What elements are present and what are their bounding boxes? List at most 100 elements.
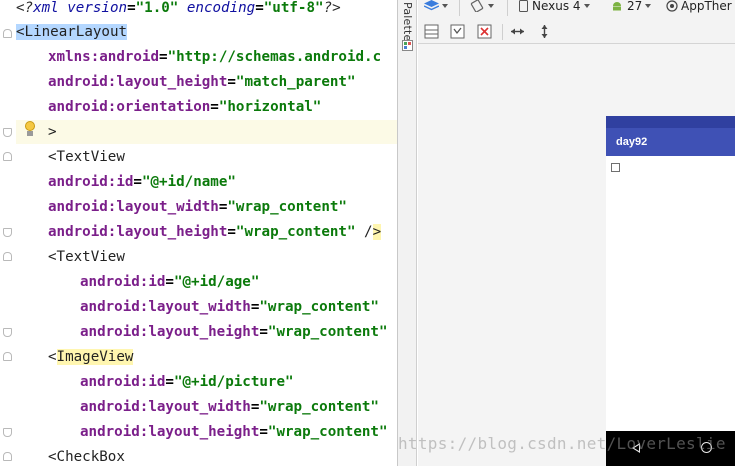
code-line[interactable]: xmlns:android="http://schemas.android.c	[48, 47, 381, 67]
code-line[interactable]: <LinearLayout	[16, 22, 128, 42]
grid-icon[interactable]	[423, 23, 440, 40]
select-icon[interactable]	[449, 23, 466, 40]
code-token: "wrap_content"	[235, 224, 356, 240]
palette-sidebar[interactable]: Palette	[398, 0, 417, 466]
vertical-arrows-icon[interactable]	[536, 23, 553, 40]
code-line[interactable]: >	[48, 122, 57, 142]
code-line[interactable]: android:id="@+id/name"	[48, 172, 236, 192]
palette-tab-icon	[402, 40, 413, 51]
code-token: =	[227, 74, 236, 90]
device-preview[interactable]: day92	[606, 116, 735, 466]
code-token: xmlns:android	[48, 49, 160, 65]
fold-marker-textview-name[interactable]	[3, 152, 12, 161]
code-line[interactable]: <ImageView	[48, 347, 134, 367]
orientation-dropdown[interactable]	[470, 0, 494, 18]
code-token: "@+id/picture"	[173, 374, 294, 390]
code-token: <	[48, 349, 57, 365]
code-token: <LinearLayout	[16, 24, 128, 40]
code-token: "horizontal"	[218, 99, 322, 115]
code-token: "1.0"	[135, 0, 179, 16]
device-label: Nexus 4	[532, 0, 581, 13]
code-line[interactable]: android:layout_height="match_parent"	[48, 72, 356, 92]
rotate-icon	[470, 0, 484, 12]
code-token: "wrap_content"	[259, 299, 379, 315]
code-token: "@+id/name"	[141, 174, 236, 190]
code-token: android:layout_height	[48, 224, 228, 240]
layers-icon	[424, 0, 439, 11]
code-token: "match_parent"	[235, 74, 356, 90]
phone-icon	[519, 0, 528, 12]
layout-editor[interactable]: Nexus 4 27 AppTher day92	[418, 0, 735, 466]
code-line[interactable]: <?xml version="1.0" encoding="utf-8"?>	[16, 0, 341, 18]
fold-marker-end[interactable]	[3, 128, 12, 137]
fold-marker-textview-name-end[interactable]	[3, 228, 12, 237]
app-title: day92	[616, 136, 648, 148]
api-dropdown[interactable]: 27	[611, 0, 652, 18]
code-token: "wrap_content"	[267, 424, 388, 440]
code-line[interactable]: android:layout_height="wrap_content"	[80, 322, 388, 342]
code-line[interactable]: <TextView	[48, 247, 125, 267]
api-label: 27	[627, 0, 643, 13]
code-token: "utf-8"	[263, 0, 324, 16]
code-token: =	[165, 374, 174, 390]
code-token: >	[48, 124, 57, 140]
fold-marker-checkbox[interactable]	[3, 452, 12, 461]
code-line[interactable]: android:id="@+id/age"	[80, 272, 259, 292]
fold-marker-textview-age-end[interactable]	[3, 328, 12, 337]
code-token: <TextView	[48, 249, 125, 265]
code-token: <?	[16, 0, 34, 16]
checkbox-widget[interactable]	[611, 163, 620, 172]
code-line[interactable]: <CheckBox	[48, 447, 125, 466]
watermark: https://blog.csdn.net/LoverLeslie	[398, 434, 726, 453]
fold-marker-imageview[interactable]	[3, 352, 12, 361]
code-line[interactable]: android:layout_width="wrap_content"	[80, 397, 379, 417]
code-line[interactable]: android:id="@+id/picture"	[80, 372, 294, 392]
code-token: =	[159, 49, 168, 65]
palette-tab-label[interactable]: Palette	[400, 2, 414, 42]
code-token: android:id	[80, 374, 166, 390]
code-token: "wrap_content"	[227, 199, 347, 215]
theme-dropdown[interactable]: AppTher	[666, 0, 732, 18]
code-line[interactable]: android:layout_width="wrap_content"	[80, 297, 379, 317]
code-line[interactable]: android:layout_height="wrap_content"	[80, 422, 388, 442]
code-token: =	[227, 224, 236, 240]
design-surface-dropdown[interactable]	[424, 0, 448, 18]
code-token: "wrap_content"	[259, 399, 379, 415]
code-token: ImageView	[56, 349, 134, 365]
code-token: android:layout_width	[80, 299, 251, 315]
code-token: android:layout_height	[80, 324, 260, 340]
code-token: android:orientation	[48, 99, 211, 115]
code-line[interactable]: android:layout_width="wrap_content"	[48, 197, 347, 217]
lightbulb-icon[interactable]	[22, 120, 38, 138]
code-token: /	[355, 224, 373, 240]
code-token: =	[255, 0, 264, 16]
code-token: "@+id/age"	[173, 274, 260, 290]
code-token: android:id	[48, 174, 134, 190]
code-token: android:layout_width	[80, 399, 251, 415]
fold-marker-textview-age[interactable]	[3, 252, 12, 261]
code-token: =	[259, 324, 268, 340]
fold-marker-imageview-end[interactable]	[3, 428, 12, 437]
code-token: <TextView	[48, 149, 125, 165]
code-line[interactable]: android:layout_height="wrap_content" />	[48, 222, 382, 242]
code-line[interactable]: <TextView	[48, 147, 125, 167]
android-icon	[613, 2, 621, 11]
horizontal-arrows-icon[interactable]	[509, 23, 526, 40]
xml-code-editor[interactable]: <?xml version="1.0" encoding="utf-8"?> <L…	[0, 0, 397, 466]
fold-marker-linearlayout[interactable]	[3, 29, 12, 38]
code-token: android:layout_height	[48, 74, 228, 90]
theme-label: AppTher	[681, 0, 732, 13]
clear-icon[interactable]	[476, 23, 493, 40]
code-token: android:id	[80, 274, 166, 290]
code-token: "http://schemas.android.c	[167, 49, 382, 65]
status-bar	[606, 116, 735, 128]
code-line[interactable]: android:orientation="horizontal"	[48, 97, 321, 117]
code-token: =	[210, 99, 219, 115]
code-token: =	[165, 274, 174, 290]
layout-secondary-toolbar	[418, 20, 735, 44]
app-bar: day92	[606, 128, 735, 156]
code-token: <CheckBox	[48, 449, 125, 465]
device-dropdown[interactable]: Nexus 4	[519, 0, 590, 18]
current-line-highlight	[16, 120, 397, 144]
code-token: =	[259, 424, 268, 440]
